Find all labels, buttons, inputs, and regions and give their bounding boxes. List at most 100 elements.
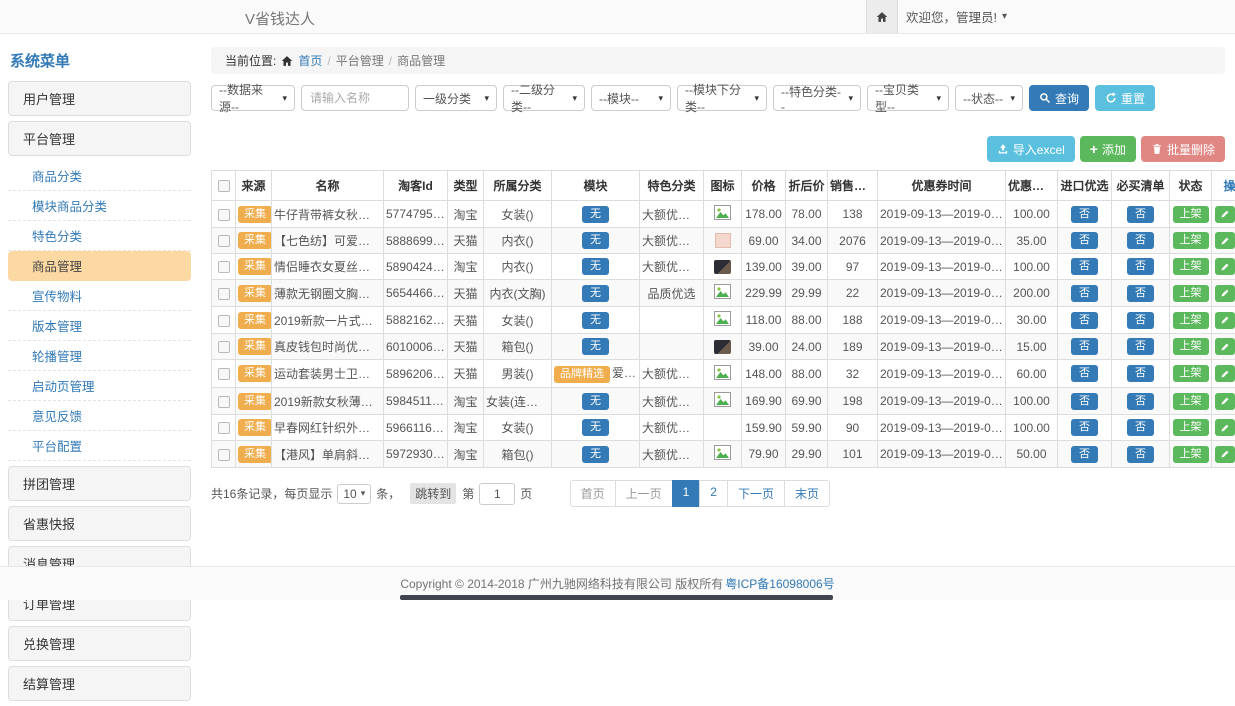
must-buy-toggle[interactable]: 否 <box>1127 419 1154 436</box>
batch-delete-button[interactable]: 批量删除 <box>1141 136 1225 162</box>
sidebar-subitem-goods-management[interactable]: 商品管理 <box>8 251 191 281</box>
status-toggle[interactable]: 上架 <box>1173 285 1209 302</box>
imported-toggle[interactable]: 否 <box>1071 232 1098 249</box>
status-toggle[interactable]: 上架 <box>1173 338 1209 355</box>
sidebar-subitem-platform-config[interactable]: 平台配置 <box>8 431 191 461</box>
sidebar-subitem-module-goods-category[interactable]: 模块商品分类 <box>8 191 191 221</box>
add-button[interactable]: + 添加 <box>1080 136 1136 162</box>
sidebar-subitem-version-management[interactable]: 版本管理 <box>8 311 191 341</box>
pager-item-末页[interactable]: 末页 <box>784 480 830 507</box>
imported-toggle[interactable]: 否 <box>1071 285 1098 302</box>
item-type-select[interactable]: --宝贝类型--▾ <box>867 85 949 111</box>
source-cell: 采集 <box>236 228 272 254</box>
icp-link[interactable]: 粤ICP备16098006号 <box>725 575 834 592</box>
imported-toggle[interactable]: 否 <box>1071 312 1098 329</box>
column-header-7: 图标 <box>704 171 742 201</box>
imported-toggle[interactable]: 否 <box>1071 206 1098 223</box>
home-button[interactable] <box>866 0 898 33</box>
sidebar-subitem-feedback[interactable]: 意见反馈 <box>8 401 191 431</box>
status-toggle[interactable]: 上架 <box>1173 258 1209 275</box>
sidebar-item-exchange-management[interactable]: 兑换管理 <box>8 626 191 661</box>
sidebar-item-saving-news[interactable]: 省惠快报 <box>8 506 191 541</box>
imported-toggle[interactable]: 否 <box>1071 258 1098 275</box>
horizontal-scrollbar-thumb[interactable] <box>400 595 833 600</box>
must-buy-cell: 否 <box>1112 360 1170 388</box>
row-checkbox[interactable] <box>218 341 230 353</box>
edit-button[interactable] <box>1215 365 1235 382</box>
module-select[interactable]: --模块--▾ <box>591 85 671 111</box>
sidebar-item-group-buy-management[interactable]: 拼团管理 <box>8 466 191 501</box>
row-checkbox[interactable] <box>218 235 230 247</box>
must-buy-toggle[interactable]: 否 <box>1127 338 1154 355</box>
sidebar-item-user-management[interactable]: 用户管理 <box>8 81 191 116</box>
status-toggle[interactable]: 上架 <box>1173 206 1209 223</box>
user-menu[interactable]: 欢迎您，管理员! ▾ <box>906 0 1007 33</box>
data-source-select[interactable]: --数据来源--▾ <box>211 85 295 111</box>
row-checkbox[interactable] <box>218 261 230 273</box>
must-buy-toggle[interactable]: 否 <box>1127 258 1154 275</box>
row-checkbox[interactable] <box>218 368 230 380</box>
edit-button[interactable] <box>1215 446 1235 463</box>
pager-item-下一页[interactable]: 下一页 <box>727 480 785 507</box>
row-checkbox[interactable] <box>218 288 230 300</box>
pager-item-上一页[interactable]: 上一页 <box>615 480 673 507</box>
must-buy-toggle[interactable]: 否 <box>1127 393 1154 410</box>
status-toggle[interactable]: 上架 <box>1173 419 1209 436</box>
status-toggle[interactable]: 上架 <box>1173 393 1209 410</box>
edit-button[interactable] <box>1215 419 1235 436</box>
name-input[interactable] <box>301 85 409 111</box>
must-buy-toggle[interactable]: 否 <box>1127 232 1154 249</box>
row-checkbox[interactable] <box>218 209 230 221</box>
must-buy-toggle[interactable]: 否 <box>1127 312 1154 329</box>
sidebar-item-platform-management[interactable]: 平台管理 <box>8 121 191 156</box>
level1-category-select[interactable]: 一级分类▾ <box>415 85 497 111</box>
status-toggle[interactable]: 上架 <box>1173 232 1209 249</box>
sidebar-subitem-goods-category[interactable]: 商品分类 <box>8 161 191 191</box>
pager-item-首页[interactable]: 首页 <box>570 480 616 507</box>
feature-category-select[interactable]: --特色分类--▾ <box>773 85 861 111</box>
edit-button[interactable] <box>1215 285 1235 302</box>
edit-button[interactable] <box>1215 312 1235 329</box>
edit-button[interactable] <box>1215 206 1235 223</box>
sidebar-subitem-feature-category[interactable]: 特色分类 <box>8 221 191 251</box>
pager-item-2[interactable]: 2 <box>699 480 728 507</box>
page-size-select[interactable]: 10 ▾ <box>337 484 371 504</box>
imported-toggle[interactable]: 否 <box>1071 365 1098 382</box>
import-excel-button[interactable]: 导入excel <box>987 136 1075 162</box>
pager-item-1[interactable]: 1 <box>672 480 701 507</box>
imported-toggle[interactable]: 否 <box>1071 338 1098 355</box>
sidebar-item-settle-management[interactable]: 结算管理 <box>8 666 191 701</box>
row-checkbox[interactable] <box>218 422 230 434</box>
sidebar-subitem-splash-management[interactable]: 启动页管理 <box>8 371 191 401</box>
breadcrumb-home-link[interactable]: 首页 <box>298 52 322 69</box>
sidebar-subitem-carousel-management[interactable]: 轮播管理 <box>8 341 191 371</box>
row-checkbox[interactable] <box>218 315 230 327</box>
source-badge: 采集 <box>238 232 272 249</box>
imported-toggle[interactable]: 否 <box>1071 419 1098 436</box>
status-toggle[interactable]: 上架 <box>1173 446 1209 463</box>
edit-button[interactable] <box>1215 258 1235 275</box>
must-buy-toggle[interactable]: 否 <box>1127 206 1154 223</box>
level2-category-select[interactable]: --二级分类--▾ <box>503 85 585 111</box>
module-cell: 无 <box>552 280 640 307</box>
must-buy-toggle[interactable]: 否 <box>1127 446 1154 463</box>
search-button[interactable]: 查询 <box>1029 85 1089 111</box>
imported-toggle[interactable]: 否 <box>1071 393 1098 410</box>
select-all-checkbox[interactable] <box>218 180 230 192</box>
edit-button[interactable] <box>1215 232 1235 249</box>
jump-button[interactable]: 跳转到 <box>410 483 456 504</box>
reset-button[interactable]: 重置 <box>1095 85 1155 111</box>
status-select[interactable]: --状态--▾ <box>955 85 1023 111</box>
must-buy-toggle[interactable]: 否 <box>1127 285 1154 302</box>
imported-toggle[interactable]: 否 <box>1071 446 1098 463</box>
sidebar-subitem-promo-material[interactable]: 宣传物料 <box>8 281 191 311</box>
edit-button[interactable] <box>1215 393 1235 410</box>
status-toggle[interactable]: 上架 <box>1173 365 1209 382</box>
jump-page-input[interactable] <box>479 483 515 505</box>
edit-button[interactable] <box>1215 338 1235 355</box>
status-toggle[interactable]: 上架 <box>1173 312 1209 329</box>
row-checkbox[interactable] <box>218 449 230 461</box>
row-checkbox[interactable] <box>218 396 230 408</box>
module-sub-category-select[interactable]: --模块下分类--▾ <box>677 85 767 111</box>
must-buy-toggle[interactable]: 否 <box>1127 365 1154 382</box>
